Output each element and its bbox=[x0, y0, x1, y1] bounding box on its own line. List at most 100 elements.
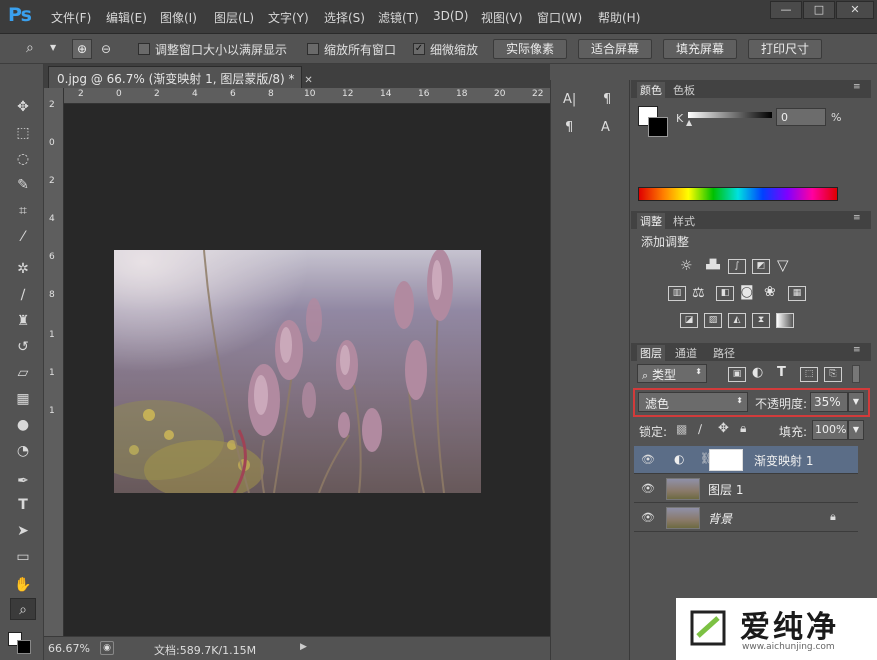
lasso-tool-icon[interactable]: ◌ bbox=[10, 148, 36, 170]
tab-paths[interactable]: 路径 bbox=[713, 345, 735, 361]
fit-screen-button[interactable]: 适合屏幕 bbox=[578, 39, 652, 59]
status-menu-arrow-icon[interactable]: ▶ bbox=[300, 642, 307, 652]
menu-layer[interactable]: 图层(L) bbox=[214, 9, 254, 26]
crop-tool-icon[interactable]: ⌗ bbox=[10, 200, 36, 222]
color-lookup-icon[interactable]: ▦ bbox=[788, 286, 806, 301]
filter-pixel-icon[interactable]: ▣ bbox=[728, 367, 746, 382]
marquee-tool-icon[interactable]: ⬚ bbox=[10, 122, 36, 144]
panel-menu-icon[interactable]: ≡ bbox=[853, 82, 861, 92]
shape-tool-icon[interactable]: ▭ bbox=[10, 546, 36, 568]
filter-toggle-switch[interactable] bbox=[852, 365, 860, 383]
filter-shape-icon[interactable]: ⬚ bbox=[800, 367, 818, 382]
zoom-out-icon[interactable]: ⊖ bbox=[96, 39, 116, 59]
scrubby-zoom-checkbox[interactable]: ✓ bbox=[413, 43, 425, 55]
tool-preset-dropdown-icon[interactable]: ▼ bbox=[50, 43, 56, 52]
fill-field[interactable]: 100% bbox=[812, 420, 848, 440]
black-white-icon[interactable]: ◧ bbox=[716, 286, 734, 301]
blend-mode-select[interactable]: 滤色 ⬍ bbox=[638, 392, 748, 412]
tab-layers[interactable]: 图层 bbox=[637, 345, 665, 361]
color-balance-icon[interactable]: ⚖ bbox=[692, 285, 705, 301]
tab-swatches[interactable]: 色板 bbox=[673, 82, 695, 98]
brightness-contrast-icon[interactable]: ☼ bbox=[680, 258, 693, 274]
filter-smart-object-icon[interactable]: ⎘ bbox=[824, 367, 842, 382]
tab-adjustments[interactable]: 调整 bbox=[637, 213, 665, 229]
zoom-all-checkbox[interactable] bbox=[307, 43, 319, 55]
menu-file[interactable]: 文件(F) bbox=[51, 9, 91, 26]
lock-pixels-icon[interactable]: ∕ bbox=[698, 422, 702, 436]
levels-icon[interactable]: ▟▙ bbox=[704, 259, 722, 274]
menu-filter[interactable]: 滤镜(T) bbox=[378, 9, 419, 26]
menu-view[interactable]: 视图(V) bbox=[481, 9, 523, 26]
hue-saturation-icon[interactable]: ▥ bbox=[668, 286, 686, 301]
k-slider[interactable] bbox=[688, 112, 772, 118]
brush-tool-icon[interactable]: ∕ bbox=[10, 284, 36, 306]
color-spectrum-bar[interactable] bbox=[638, 187, 838, 201]
panel-menu-icon[interactable]: ≡ bbox=[853, 345, 861, 355]
opacity-field[interactable]: 35% bbox=[810, 392, 848, 412]
fill-dropdown-icon[interactable]: ▼ bbox=[848, 420, 864, 440]
minimize-button[interactable]: — bbox=[770, 1, 802, 19]
tab-channels[interactable]: 通道 bbox=[675, 345, 697, 361]
status-info-icon[interactable]: ◉ bbox=[100, 641, 114, 655]
layer-mask-thumbnail[interactable] bbox=[709, 449, 743, 471]
quick-select-tool-icon[interactable]: ✎ bbox=[10, 174, 36, 196]
healing-brush-tool-icon[interactable]: ✲ bbox=[10, 258, 36, 280]
selective-color-icon[interactable]: ⧗ bbox=[752, 313, 770, 328]
threshold-icon[interactable]: ◭ bbox=[728, 313, 746, 328]
print-size-button[interactable]: 打印尺寸 bbox=[748, 39, 822, 59]
menu-help[interactable]: 帮助(H) bbox=[598, 9, 640, 26]
k-value-field[interactable]: 0 bbox=[776, 108, 826, 126]
posterize-icon[interactable]: ▨ bbox=[704, 313, 722, 328]
panel-menu-icon[interactable]: ≡ bbox=[853, 213, 861, 223]
filter-type-icon[interactable]: T bbox=[777, 365, 786, 380]
visibility-eye-icon[interactable]: 👁︎ bbox=[640, 511, 656, 525]
menu-edit[interactable]: 编辑(E) bbox=[106, 9, 147, 26]
vibrance-icon[interactable]: ▽ bbox=[777, 256, 789, 274]
visibility-eye-icon[interactable]: 👁︎ bbox=[640, 453, 656, 467]
hand-tool-icon[interactable]: ✋ bbox=[10, 574, 36, 596]
move-tool-icon[interactable]: ✥ bbox=[10, 96, 36, 118]
pen-tool-icon[interactable]: ✒ bbox=[10, 470, 36, 492]
layer-row-background[interactable]: 👁︎ 背景 🔒︎ bbox=[634, 504, 858, 532]
paragraph-style-icon[interactable]: ¶ bbox=[603, 92, 611, 107]
filter-adjustment-icon[interactable]: ◐ bbox=[752, 365, 763, 380]
zoom-level[interactable]: 66.67% bbox=[48, 642, 90, 655]
slider-handle-icon[interactable]: ▲ bbox=[686, 118, 692, 127]
visibility-eye-icon[interactable]: 👁︎ bbox=[640, 482, 656, 496]
layer-row-layer1[interactable]: 👁︎ 图层 1 bbox=[634, 475, 858, 503]
background-color-swatch[interactable] bbox=[17, 640, 31, 654]
menu-window[interactable]: 窗口(W) bbox=[537, 9, 582, 26]
exposure-icon[interactable]: ◩ bbox=[752, 259, 770, 274]
character-panel-icon[interactable]: A| bbox=[563, 92, 576, 107]
lock-all-icon[interactable]: 🔒︎ bbox=[740, 421, 746, 436]
character-style-icon[interactable]: A bbox=[601, 120, 610, 135]
zoom-tool-icon[interactable]: ⌕ bbox=[10, 598, 36, 620]
curves-icon[interactable]: ∫ bbox=[728, 259, 746, 274]
paragraph-panel-icon[interactable]: ¶ bbox=[565, 120, 573, 135]
type-tool-icon[interactable]: T bbox=[10, 494, 36, 516]
photo-filter-icon[interactable]: ◙ bbox=[740, 284, 754, 300]
document-tab[interactable]: 0.jpg @ 66.7% (渐变映射 1, 图层蒙版/8) * ✕ bbox=[48, 66, 313, 88]
actual-pixels-button[interactable]: 实际像素 bbox=[493, 39, 567, 59]
history-brush-tool-icon[interactable]: ↺ bbox=[10, 336, 36, 358]
path-select-tool-icon[interactable]: ➤ bbox=[10, 520, 36, 542]
color-background-swatch[interactable] bbox=[648, 117, 668, 137]
lock-transparency-icon[interactable]: ▩ bbox=[676, 422, 687, 436]
clone-stamp-tool-icon[interactable]: ♜ bbox=[10, 310, 36, 332]
menu-select[interactable]: 选择(S) bbox=[324, 9, 365, 26]
opacity-dropdown-icon[interactable]: ▼ bbox=[848, 392, 864, 412]
dodge-tool-icon[interactable]: ◔ bbox=[10, 440, 36, 462]
lock-position-icon[interactable]: ✥ bbox=[718, 421, 729, 436]
close-tab-icon[interactable]: ✕ bbox=[304, 75, 312, 86]
menu-3d[interactable]: 3D(D) bbox=[433, 9, 468, 23]
menu-type[interactable]: 文字(Y) bbox=[268, 9, 309, 26]
gradient-tool-icon[interactable]: ▦ bbox=[10, 388, 36, 410]
tab-styles[interactable]: 样式 bbox=[673, 213, 695, 229]
zoom-tool-icon[interactable]: ⌕ bbox=[26, 40, 34, 56]
layer-filter-select[interactable]: ⌕ 类型 ⬍ bbox=[637, 364, 707, 383]
tab-color[interactable]: 颜色 bbox=[637, 82, 665, 98]
invert-icon[interactable]: ◪ bbox=[680, 313, 698, 328]
blur-tool-icon[interactable]: ● bbox=[10, 414, 36, 436]
menu-image[interactable]: 图像(I) bbox=[160, 9, 197, 26]
maximize-button[interactable]: □ bbox=[803, 1, 835, 19]
